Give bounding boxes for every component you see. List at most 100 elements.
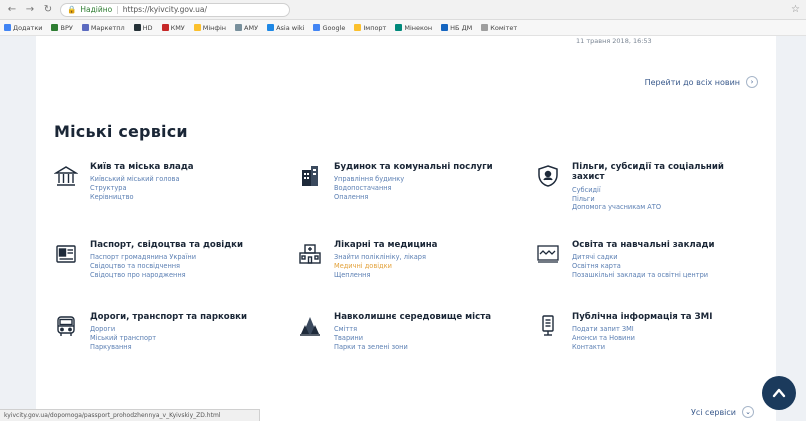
service-link[interactable]: Позашкільні заклади та освітні центри xyxy=(572,271,715,280)
bookmark-favicon-icon xyxy=(4,24,11,31)
service-link[interactable]: Знайти поліклініку, лікаря xyxy=(334,253,437,262)
service-link[interactable]: Щеплення xyxy=(334,271,437,280)
page-background: 11 травня 2018, 16:53 Перейти до всіх но… xyxy=(0,36,806,421)
environment-icon xyxy=(298,314,322,338)
bookmark-favicon-icon xyxy=(267,24,275,31)
service-link[interactable]: Сміття xyxy=(334,325,491,334)
bookmark-item[interactable]: Додатки xyxy=(4,24,42,32)
bookmark-favicon-icon xyxy=(481,24,489,31)
bookmark-label: Додатки xyxy=(13,23,43,32)
service-card-city: Київ та міська влада Київський міський г… xyxy=(54,162,284,202)
url-text: https://kyivcity.gov.ua/ xyxy=(122,5,208,14)
info-icon xyxy=(536,314,560,338)
bookmark-item[interactable]: HD xyxy=(133,24,153,32)
browser-toolbar: ← → ↻ 🔒 Надійно | https://kyivcity.gov.u… xyxy=(0,0,806,20)
section-title: Міські сервіси xyxy=(54,122,188,141)
bookmark-label: ВРУ xyxy=(60,23,73,32)
service-link[interactable]: Структура xyxy=(90,184,194,193)
bookmark-item[interactable]: ВРУ xyxy=(51,23,73,32)
service-link[interactable]: Дитячі садки xyxy=(572,253,715,262)
bookmark-label: Asia wiki xyxy=(276,23,305,32)
service-link[interactable]: Допомога учасникам АТО xyxy=(572,203,752,212)
bookmark-label: АМУ xyxy=(244,23,259,32)
bookmark-item[interactable]: Комітет xyxy=(481,24,517,32)
service-link[interactable]: Міський транспорт xyxy=(90,334,247,343)
bookmark-item[interactable]: КМУ xyxy=(161,23,185,32)
service-card-passport: Паспорт, свідоцтва та довідки Паспорт гр… xyxy=(54,240,284,280)
forward-icon[interactable]: → xyxy=(24,4,36,16)
scroll-to-top-button[interactable] xyxy=(762,376,796,410)
service-card-benefits: Пільги, субсидії та соціальний захист Су… xyxy=(536,162,766,212)
service-link[interactable]: Свідоцтво про народження xyxy=(90,271,243,280)
service-link[interactable]: Подати запит ЗМІ xyxy=(572,325,712,334)
bookmark-favicon-icon xyxy=(51,24,59,31)
bookmark-favicon-icon xyxy=(395,24,403,31)
service-card-public-info: Публічна інформація та ЗМІ Подати запит … xyxy=(536,312,766,352)
bookmark-star-icon[interactable]: ☆ xyxy=(791,4,800,15)
address-bar[interactable]: 🔒 Надійно | https://kyivcity.gov.ua/ xyxy=(60,2,290,17)
bookmarks-bar: Додатки ВРУ Маркетпл HD КМУ Мінфін АМУ A… xyxy=(0,20,806,36)
service-link[interactable]: Дороги xyxy=(90,325,247,334)
service-title[interactable]: Київ та міська влада xyxy=(90,162,194,172)
bookmark-item[interactable]: Google xyxy=(313,24,345,32)
bookmark-label: Маркетпл xyxy=(90,23,125,32)
bookmark-favicon-icon xyxy=(133,24,141,31)
service-title[interactable]: Паспорт, свідоцтва та довідки xyxy=(90,240,243,250)
service-link[interactable]: Парки та зелені зони xyxy=(334,343,491,352)
all-services-link[interactable]: Усі сервіси ⌄ xyxy=(691,406,754,418)
services-grid: Київ та міська влада Київський міський г… xyxy=(54,162,766,402)
all-news-link[interactable]: Перейти до всіх новин › xyxy=(645,76,758,88)
service-card-transport: Дороги, транспорт та парковки Дороги Міс… xyxy=(54,312,284,352)
reload-icon[interactable]: ↻ xyxy=(42,4,54,16)
service-link[interactable]: Водопостачання xyxy=(334,184,493,193)
bookmark-item[interactable]: Мінекон xyxy=(395,24,432,32)
lock-icon: 🔒 xyxy=(67,5,77,14)
bookmark-label: Мінфін xyxy=(202,23,227,32)
service-link[interactable]: Анонси та Новини xyxy=(572,334,712,343)
service-title[interactable]: Пільги, субсидії та соціальний захист xyxy=(572,162,752,183)
url-separator: | xyxy=(116,5,119,14)
bookmark-favicon-icon xyxy=(354,24,362,31)
bookmark-label: КМУ xyxy=(170,23,185,32)
service-link[interactable]: Контакти xyxy=(572,343,712,352)
building-icon xyxy=(298,164,322,188)
bookmark-label: Мінекон xyxy=(404,23,433,32)
service-link[interactable]: Керівництво xyxy=(90,193,194,202)
service-title[interactable]: Публічна інформація та ЗМІ xyxy=(572,312,712,322)
news-date: 11 травня 2018, 16:53 xyxy=(576,37,652,45)
service-link[interactable]: Свідоцтво та посвідчення xyxy=(90,262,243,271)
service-link[interactable]: Управління будинку xyxy=(334,175,493,184)
bus-icon xyxy=(54,314,78,338)
service-title[interactable]: Освіта та навчальні заклади xyxy=(572,240,715,250)
bookmark-item[interactable]: Мінфін xyxy=(193,23,227,32)
back-icon[interactable]: ← xyxy=(6,4,18,16)
bookmark-item[interactable]: Маркетпл xyxy=(81,23,125,32)
service-title[interactable]: Дороги, транспорт та парковки xyxy=(90,312,247,322)
service-title[interactable]: Навколишнє середовище міста xyxy=(334,312,491,322)
bookmark-favicon-icon xyxy=(441,24,449,31)
bookmark-item[interactable]: Asia wiki xyxy=(267,24,304,32)
service-card-education: Освіта та навчальні заклади Дитячі садки… xyxy=(536,240,766,280)
bookmark-favicon-icon xyxy=(235,24,243,31)
service-link[interactable]: Освітня карта xyxy=(572,262,715,271)
service-link[interactable]: Пільги xyxy=(572,195,752,204)
bookmark-item[interactable]: Імпорт xyxy=(354,24,386,32)
bookmark-item[interactable]: НБ ДМ xyxy=(441,24,472,32)
service-title[interactable]: Будинок та комунальні послуги xyxy=(334,162,493,172)
service-link[interactable]: Субсидії xyxy=(572,186,752,195)
service-link[interactable]: Тварини xyxy=(334,334,491,343)
content-card: 11 травня 2018, 16:53 Перейти до всіх но… xyxy=(36,36,776,421)
service-link-hovered[interactable]: Медичні довідки xyxy=(334,262,437,271)
bookmark-item[interactable]: АМУ xyxy=(235,24,258,32)
service-link[interactable]: Паркування xyxy=(90,343,247,352)
arrow-right-icon: › xyxy=(746,76,758,88)
service-link[interactable]: Опалення xyxy=(334,193,493,202)
city-hall-icon xyxy=(54,164,78,188)
chevron-down-icon: ⌄ xyxy=(742,406,754,418)
bookmark-label: Імпорт xyxy=(363,23,387,32)
service-link[interactable]: Київський міський голова xyxy=(90,175,194,184)
service-title[interactable]: Лікарні та медицина xyxy=(334,240,437,250)
service-card-medicine: Лікарні та медицина Знайти поліклініку, … xyxy=(298,240,528,280)
service-link[interactable]: Паспорт громадянина України xyxy=(90,253,243,262)
bookmark-label: Google xyxy=(322,23,346,32)
